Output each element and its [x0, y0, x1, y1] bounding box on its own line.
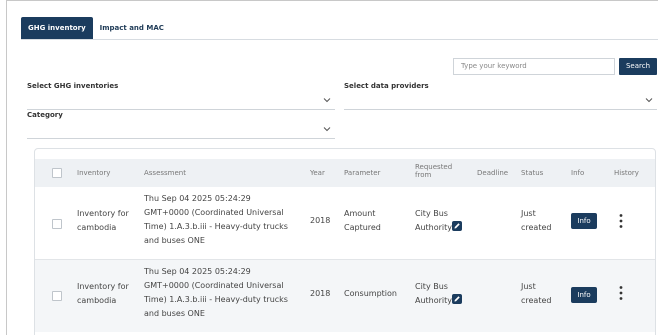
inventory-cell: Inventory for cambodia: [77, 207, 129, 235]
main-panel: GHG inventory Impact and MAC Type your k…: [6, 0, 658, 335]
status-cell: Just created: [521, 280, 551, 308]
category-select[interactable]: [27, 121, 335, 139]
status-line2: created: [521, 296, 552, 305]
parameter-line1: Consumption: [344, 289, 397, 298]
parameter-cell: Consumption: [344, 287, 397, 301]
edit-icon[interactable]: [452, 294, 463, 304]
assessment-line2: GMT+0000 (Coordinated Universal: [144, 208, 284, 217]
inventory-line2: cambodia: [77, 223, 117, 232]
status-line1: Just: [521, 282, 536, 291]
requested-from-cell: City Bus Authority: [415, 280, 463, 308]
data-providers-select[interactable]: [344, 92, 657, 110]
tab-impact-and-mac[interactable]: Impact and MAC: [93, 17, 171, 39]
header-assessment: Assessment: [144, 169, 186, 177]
assessment-line1: Thu Sep 04 2025 05:24:29: [144, 194, 251, 203]
row-checkbox[interactable]: [52, 291, 62, 301]
assessment-cell: Thu Sep 04 2025 05:24:29 GMT+0000 (Coord…: [144, 192, 288, 248]
tab-divider: [21, 39, 658, 40]
parameter-line1: Amount: [344, 209, 376, 218]
year-cell: 2018: [310, 216, 331, 225]
header-requested-from: Requested from: [415, 163, 452, 179]
ghg-inventories-select[interactable]: [27, 92, 335, 110]
info-button[interactable]: Info: [571, 287, 597, 303]
requests-table-card: Inventory Assessment Year Parameter Requ…: [34, 148, 656, 335]
ghg-inventories-label: Select GHG inventories: [27, 82, 119, 90]
header-requested-line1: Requested: [415, 163, 453, 171]
kebab-menu-icon[interactable]: [618, 213, 624, 229]
status-cell: Just created: [521, 207, 551, 235]
info-button[interactable]: Info: [571, 213, 597, 229]
row-checkbox[interactable]: [52, 219, 62, 229]
assessment-line4: and buses ONE: [144, 236, 205, 245]
search-button[interactable]: Search: [619, 58, 657, 75]
chevron-down-icon: [323, 127, 331, 132]
table-row: Inventory for cambodia Thu Sep 04 2025 0…: [35, 260, 655, 332]
inventory-cell: Inventory for cambodia: [77, 280, 129, 308]
select-all-checkbox[interactable]: [52, 168, 62, 178]
edit-icon[interactable]: [452, 221, 463, 231]
search-input[interactable]: Type your keyword: [453, 58, 615, 75]
tab-ghg-inventory[interactable]: GHG inventory: [21, 17, 93, 39]
year-cell: 2018: [310, 289, 331, 298]
assessment-line3: Time) 1.A.3.b.iii - Heavy-duty trucks: [144, 295, 288, 304]
header-requested-line2: from: [415, 171, 432, 179]
kebab-menu-icon[interactable]: [618, 285, 624, 301]
category-label: Category: [27, 111, 63, 119]
header-year: Year: [310, 169, 325, 177]
parameter-line2: Captured: [344, 223, 381, 232]
header-status: Status: [521, 169, 544, 177]
requested-from-cell: City Bus Authority: [415, 207, 463, 235]
chevron-down-icon: [645, 98, 653, 103]
assessment-line1: Thu Sep 04 2025 05:24:29: [144, 267, 251, 276]
table-row: Inventory for cambodia Thu Sep 04 2025 0…: [35, 187, 655, 259]
assessment-line2: GMT+0000 (Coordinated Universal: [144, 281, 284, 290]
header-parameter: Parameter: [344, 169, 381, 177]
inventory-line1: Inventory for: [77, 209, 129, 218]
table-header: Inventory Assessment Year Parameter Requ…: [35, 159, 655, 187]
requested-line2: Authority: [415, 223, 453, 232]
chevron-down-icon: [323, 98, 331, 103]
header-history: History: [614, 169, 639, 177]
assessment-line3: Time) 1.A.3.b.iii - Heavy-duty trucks: [144, 222, 288, 231]
header-inventory: Inventory: [77, 169, 111, 177]
assessment-line4: and buses ONE: [144, 309, 205, 318]
status-line2: created: [521, 223, 552, 232]
parameter-cell: Amount Captured: [344, 207, 381, 235]
requested-line2: Authority: [415, 296, 453, 305]
status-line1: Just: [521, 209, 536, 218]
data-providers-label: Select data providers: [344, 82, 429, 90]
inventory-line1: Inventory for: [77, 282, 129, 291]
tab-bar: GHG inventory Impact and MAC: [21, 17, 171, 39]
header-deadline: Deadline: [477, 169, 509, 177]
requested-line1: City Bus: [415, 282, 448, 291]
requested-line1: City Bus: [415, 209, 448, 218]
assessment-cell: Thu Sep 04 2025 05:24:29 GMT+0000 (Coord…: [144, 265, 288, 321]
inventory-line2: cambodia: [77, 296, 117, 305]
header-info: Info: [571, 169, 585, 177]
